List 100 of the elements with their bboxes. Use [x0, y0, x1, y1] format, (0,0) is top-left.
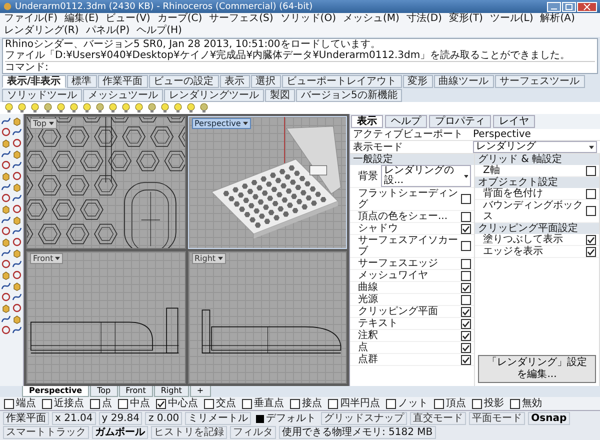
- close-icon[interactable]: [577, 2, 597, 12]
- toolbar-tab[interactable]: 標準: [66, 75, 97, 88]
- lightbulb-icon[interactable]: [82, 103, 92, 113]
- checkbox[interactable]: [510, 398, 520, 408]
- viewport[interactable]: Front: [26, 251, 186, 384]
- checkbox[interactable]: [586, 166, 596, 176]
- circle-icon[interactable]: [1, 127, 11, 137]
- status-toggle[interactable]: フィルタ: [230, 426, 276, 439]
- lightbulb-icon[interactable]: [43, 103, 53, 113]
- circle-icon[interactable]: [1, 259, 11, 269]
- viewport[interactable]: Top: [26, 116, 186, 249]
- lightbulb-icon[interactable]: [56, 103, 66, 113]
- checkbox[interactable]: [118, 398, 128, 408]
- panel-tab[interactable]: ヘルプ: [385, 115, 427, 128]
- viewport[interactable]: Perspective: [188, 116, 347, 249]
- checkbox[interactable]: [461, 270, 471, 280]
- toolbar-tab[interactable]: 表示: [220, 75, 250, 88]
- viewport-label[interactable]: Front: [30, 253, 64, 264]
- checkbox[interactable]: [461, 224, 471, 234]
- lightbulb-icon[interactable]: [4, 103, 14, 113]
- checkbox[interactable]: [290, 398, 300, 408]
- checkbox[interactable]: [90, 398, 100, 408]
- menu-item[interactable]: ソリッド(O): [280, 13, 336, 25]
- checkbox[interactable]: [242, 398, 252, 408]
- lightbulb-icon[interactable]: [134, 103, 144, 113]
- circle-icon[interactable]: [1, 193, 11, 203]
- checkbox[interactable]: [42, 398, 52, 408]
- menu-item[interactable]: パネル(P): [86, 25, 130, 37]
- checkbox[interactable]: [461, 294, 471, 304]
- circle-icon[interactable]: [12, 204, 22, 214]
- lightbulb-icon[interactable]: [186, 103, 196, 113]
- checkbox[interactable]: [586, 246, 596, 256]
- checkbox[interactable]: [461, 241, 471, 251]
- checkbox[interactable]: [328, 398, 338, 408]
- circle-icon[interactable]: [12, 270, 22, 280]
- menu-item[interactable]: レンダリング(R): [4, 25, 79, 37]
- toolbar-tab[interactable]: レンダリングツール: [164, 89, 264, 102]
- menu-item[interactable]: カーブ(C): [157, 13, 202, 25]
- viewport-tab[interactable]: Perspective: [22, 386, 90, 397]
- circle-icon[interactable]: [1, 160, 11, 170]
- background-dropdown[interactable]: レンダリングの設...: [381, 165, 471, 187]
- checkbox[interactable]: [434, 398, 444, 408]
- viewport-tab[interactable]: Top: [90, 386, 118, 397]
- checkbox[interactable]: [461, 194, 471, 204]
- checkbox[interactable]: [461, 342, 471, 352]
- checkbox[interactable]: [461, 212, 471, 222]
- display-mode-dropdown[interactable]: レンダリング: [473, 141, 597, 153]
- status-toggle[interactable]: ガムボール: [92, 426, 148, 439]
- toolbar-tab[interactable]: ビューの設定: [148, 75, 219, 88]
- lightbulb-icon[interactable]: [30, 103, 40, 113]
- panel-tab[interactable]: プロパティ: [429, 115, 491, 128]
- toolbar-tab[interactable]: バージョン5の新機能: [296, 89, 402, 102]
- status-toggle[interactable]: グリッドスナップ: [321, 412, 408, 425]
- circle-icon[interactable]: [12, 171, 22, 181]
- toolbar-tab[interactable]: ビューポートレイアウト: [282, 75, 402, 88]
- menu-item[interactable]: 変形(T): [448, 13, 483, 25]
- checkbox[interactable]: [586, 234, 596, 244]
- toolbar-tab[interactable]: 曲線ツール: [434, 75, 494, 88]
- lightbulb-icon[interactable]: [108, 103, 118, 113]
- viewport-label[interactable]: Perspective: [192, 118, 251, 129]
- toolbar-tab[interactable]: サーフェスツール: [494, 75, 585, 88]
- viewport-tab[interactable]: Front: [118, 386, 153, 397]
- lightbulb-icon[interactable]: [160, 103, 170, 113]
- minimize-icon[interactable]: [547, 2, 561, 12]
- circle-icon[interactable]: [12, 138, 22, 148]
- status-toggle[interactable]: Osnap: [528, 412, 570, 425]
- viewport-tab[interactable]: Right: [154, 386, 189, 397]
- checkbox[interactable]: [461, 354, 471, 364]
- circle-icon[interactable]: [1, 292, 11, 302]
- lightbulb-icon[interactable]: [17, 103, 27, 113]
- viewport-tab[interactable]: +: [190, 386, 211, 397]
- status-layer[interactable]: デフォルト: [266, 413, 316, 424]
- lightbulb-icon[interactable]: [199, 103, 209, 113]
- menu-item[interactable]: 解析(A): [540, 13, 575, 25]
- menu-item[interactable]: 寸法(D): [406, 13, 442, 25]
- checkbox[interactable]: [204, 398, 214, 408]
- checkbox[interactable]: [386, 398, 396, 408]
- menu-item[interactable]: ファイル(F): [4, 13, 58, 25]
- circle-icon[interactable]: [12, 303, 22, 313]
- lightbulb-icon[interactable]: [95, 103, 105, 113]
- viewport-label[interactable]: Top: [30, 118, 56, 129]
- checkbox[interactable]: [461, 330, 471, 340]
- checkbox[interactable]: [4, 398, 14, 408]
- toolbar-tab[interactable]: メッシュツール: [83, 89, 163, 102]
- circle-icon[interactable]: [12, 237, 22, 247]
- circle-icon[interactable]: [1, 325, 11, 335]
- toolbar-tab[interactable]: 製図: [265, 89, 295, 102]
- maximize-icon[interactable]: [562, 2, 576, 12]
- toolbar-tab[interactable]: 変形: [402, 75, 433, 88]
- viewport-label[interactable]: Right: [192, 253, 226, 264]
- toolbar-tab[interactable]: ソリッドツール: [2, 89, 82, 102]
- status-toggle[interactable]: スマートトラック: [3, 426, 89, 439]
- toolbar-tab[interactable]: 作業平面: [98, 75, 148, 88]
- checkbox[interactable]: [461, 282, 471, 292]
- edit-settings-button[interactable]: 「レンダリング」設定を編集...: [478, 355, 596, 383]
- checkbox[interactable]: [586, 206, 596, 216]
- menu-item[interactable]: ヘルプ(H): [136, 25, 182, 37]
- checkbox[interactable]: [461, 318, 471, 328]
- panel-tab[interactable]: レイヤ: [493, 115, 535, 128]
- status-toggle[interactable]: 平面モード: [469, 412, 526, 425]
